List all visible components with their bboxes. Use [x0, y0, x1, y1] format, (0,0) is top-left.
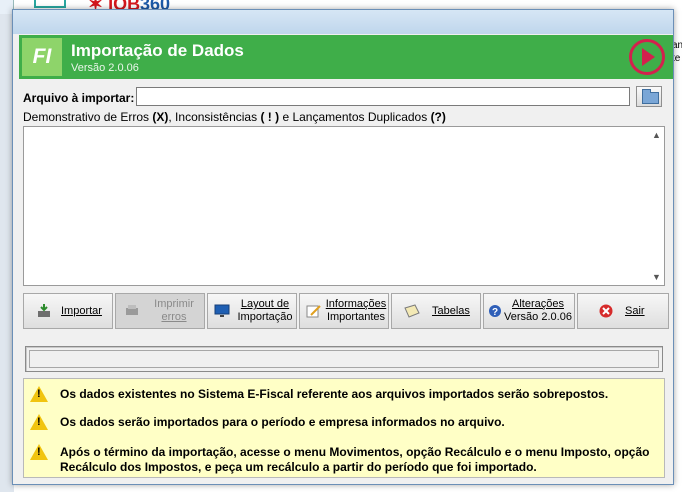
exit-button[interactable]: Sair — [577, 293, 669, 329]
file-label: Arquivo à importar: — [23, 91, 135, 105]
changes-version-button[interactable]: ? Alterações Versão 2.0.06 — [483, 293, 575, 329]
warning-text: Após o término da importação, acesse o m… — [60, 445, 649, 475]
print-errors-button[interactable]: Imprimir erros — [115, 293, 205, 329]
changes-line1: Alterações — [512, 298, 564, 310]
errors-legend-prefix: Demonstrativo de Erros — [23, 110, 150, 124]
action-toolbar: Importar Imprimir erros Layout de Import… — [23, 293, 671, 329]
warnings-panel: Os dados existentes no Sistema E-Fiscal … — [23, 378, 665, 478]
browse-file-button[interactable] — [636, 86, 662, 107]
changes-line2: Versão 2.0.06 — [504, 311, 572, 323]
progress-bar-track — [29, 350, 659, 368]
svg-text:?: ? — [492, 307, 498, 318]
changes-version-label: Alterações Versão 2.0.06 — [502, 298, 574, 324]
errors-legend: Demonstrativo de Erros (X), Inconsistênc… — [23, 110, 446, 124]
import-layout-line2: Importação — [237, 311, 293, 323]
dialog-title: Importação de Dados — [71, 41, 244, 60]
dialog-header: FI Importação de Dados Versão 2.0.06 — [19, 35, 673, 79]
background-logo-icon — [34, 0, 66, 8]
scroll-up-icon[interactable]: ▲ — [652, 130, 661, 140]
folder-open-icon — [642, 89, 659, 104]
play-circle-icon[interactable] — [629, 39, 665, 75]
warning-icon — [30, 414, 48, 430]
tables-icon — [404, 304, 420, 318]
error-report-textarea[interactable]: ▲ ▼ — [23, 126, 665, 286]
print-errors-line2: erros — [161, 311, 187, 323]
errors-symbol: (X) — [152, 110, 169, 124]
warning-text-line2: Recálculo dos Impostos, e peça um recálc… — [60, 460, 537, 474]
pencil-note-icon — [306, 305, 321, 318]
fi-badge-icon: FI — [22, 38, 62, 76]
close-icon — [599, 304, 613, 318]
import-layout-label: Layout de Importação — [234, 298, 296, 324]
tables-label: Tabelas — [432, 305, 470, 317]
duplicate-symbol: (?) — [430, 110, 446, 124]
important-info-label: Informações Importantes — [324, 298, 388, 324]
import-button[interactable]: Importar — [23, 293, 113, 329]
errors-legend-mid: , Inconsistências — [168, 110, 258, 124]
import-dialog: FI Importação de Dados Versão 2.0.06 Arq… — [12, 9, 674, 485]
inconsistency-symbol: ( ! ) — [260, 110, 280, 124]
warning-text: Os dados serão importados para o período… — [60, 415, 505, 429]
warning-icon — [30, 386, 48, 402]
import-icon — [38, 304, 50, 317]
import-layout-line1: Layout de — [240, 298, 290, 310]
exit-label: Sair — [625, 305, 645, 317]
dialog-version: Versão 2.0.06 — [71, 62, 139, 74]
import-layout-button[interactable]: Layout de Importação — [207, 293, 297, 329]
window-titlebar[interactable] — [13, 10, 673, 34]
scroll-down-icon[interactable]: ▼ — [652, 272, 661, 282]
printer-icon — [126, 305, 138, 315]
important-info-line2: Importantes — [326, 311, 386, 323]
important-info-line1: Informações — [325, 298, 387, 310]
warning-icon — [30, 444, 48, 460]
monitor-icon — [214, 304, 230, 317]
print-errors-line1: Imprimir — [154, 298, 194, 310]
help-icon: ? — [489, 305, 501, 318]
print-errors-label: Imprimir erros — [152, 298, 196, 324]
progress-bar — [25, 346, 663, 372]
import-label: Importar — [61, 305, 102, 317]
important-info-button[interactable]: Informações Importantes — [299, 293, 389, 329]
file-path-input[interactable] — [136, 87, 630, 106]
warning-text-line1: Após o término da importação, acesse o m… — [60, 445, 650, 459]
warning-text: Os dados existentes no Sistema E-Fiscal … — [60, 387, 609, 401]
tables-button[interactable]: Tabelas — [391, 293, 481, 329]
errors-legend-mid2: e Lançamentos Duplicados — [282, 110, 428, 124]
